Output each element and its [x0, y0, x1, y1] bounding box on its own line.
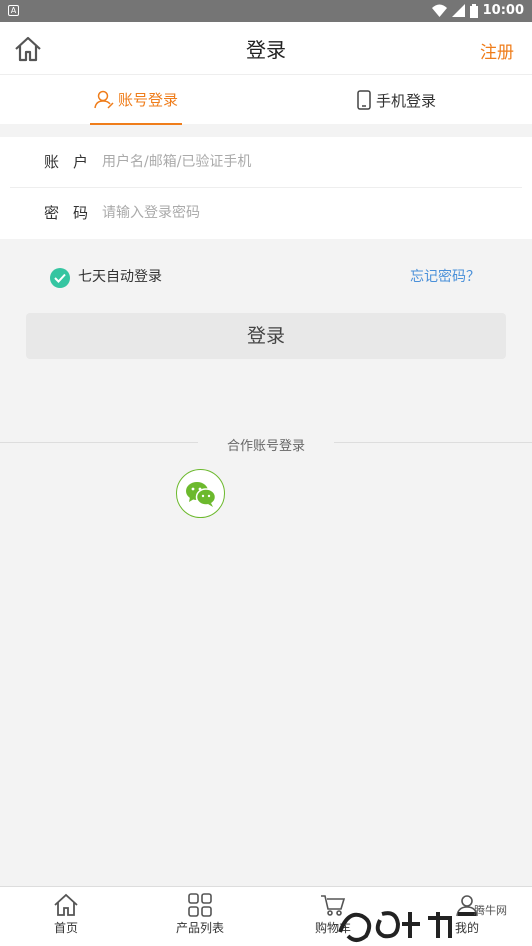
account-input[interactable] [102, 147, 502, 177]
nav-home-label: 首页 [53, 921, 78, 935]
notification-icon: A [8, 5, 19, 16]
phone-icon [357, 90, 371, 110]
user-outline-icon [94, 90, 114, 109]
register-link[interactable]: 注册 [480, 38, 514, 63]
watermark-logo-icon [338, 911, 476, 942]
tab-phone-login-label: 手机登录 [376, 91, 437, 110]
nav-product-list-label: 产品列表 [175, 921, 224, 935]
checkmark-icon[interactable] [50, 268, 70, 288]
account-label: 账户 [44, 153, 103, 171]
app-header: 登录 注册 [0, 22, 532, 74]
auto-login-label: 七天自动登录 [78, 269, 162, 285]
status-bar: A 10:00 [0, 0, 532, 22]
wechat-icon [185, 481, 216, 507]
watermark-text: 腾牛网 [474, 904, 507, 917]
partner-login-title: 合作账号登录 [226, 439, 305, 454]
password-input[interactable] [102, 198, 502, 228]
signal-icon [451, 4, 465, 17]
nav-home[interactable]: 首页 [21, 893, 111, 936]
password-row: 密码 [0, 188, 532, 239]
grid-icon [188, 893, 212, 917]
tab-account-login-label: 账号登录 [117, 90, 178, 109]
forgot-password-link[interactable]: 忘记密码？ [410, 266, 480, 286]
watermark: 腾牛网 [330, 892, 530, 946]
home-icon [54, 893, 78, 916]
divider-right [334, 442, 532, 443]
nav-product-list[interactable]: 产品列表 [155, 893, 245, 936]
password-label: 密码 [44, 204, 103, 222]
wechat-login-button[interactable] [176, 469, 225, 518]
tab-account-login[interactable]: 账号登录 [90, 75, 182, 125]
login-form: 账户 密码 [0, 137, 532, 239]
system-icons: 10:00 [431, 3, 524, 18]
divider-left [0, 442, 198, 443]
auto-login-option[interactable]: 七天自动登录 [50, 264, 162, 288]
battery-icon [469, 3, 478, 18]
login-button[interactable]: 登录 [26, 313, 506, 359]
status-time: 10:00 [482, 3, 524, 18]
account-row: 账户 [0, 137, 532, 188]
page-title: 登录 [246, 38, 286, 62]
tab-phone-login[interactable]: 手机登录 [356, 75, 436, 125]
wifi-icon [431, 4, 447, 17]
login-tabs: 账号登录 手机登录 [0, 74, 532, 125]
